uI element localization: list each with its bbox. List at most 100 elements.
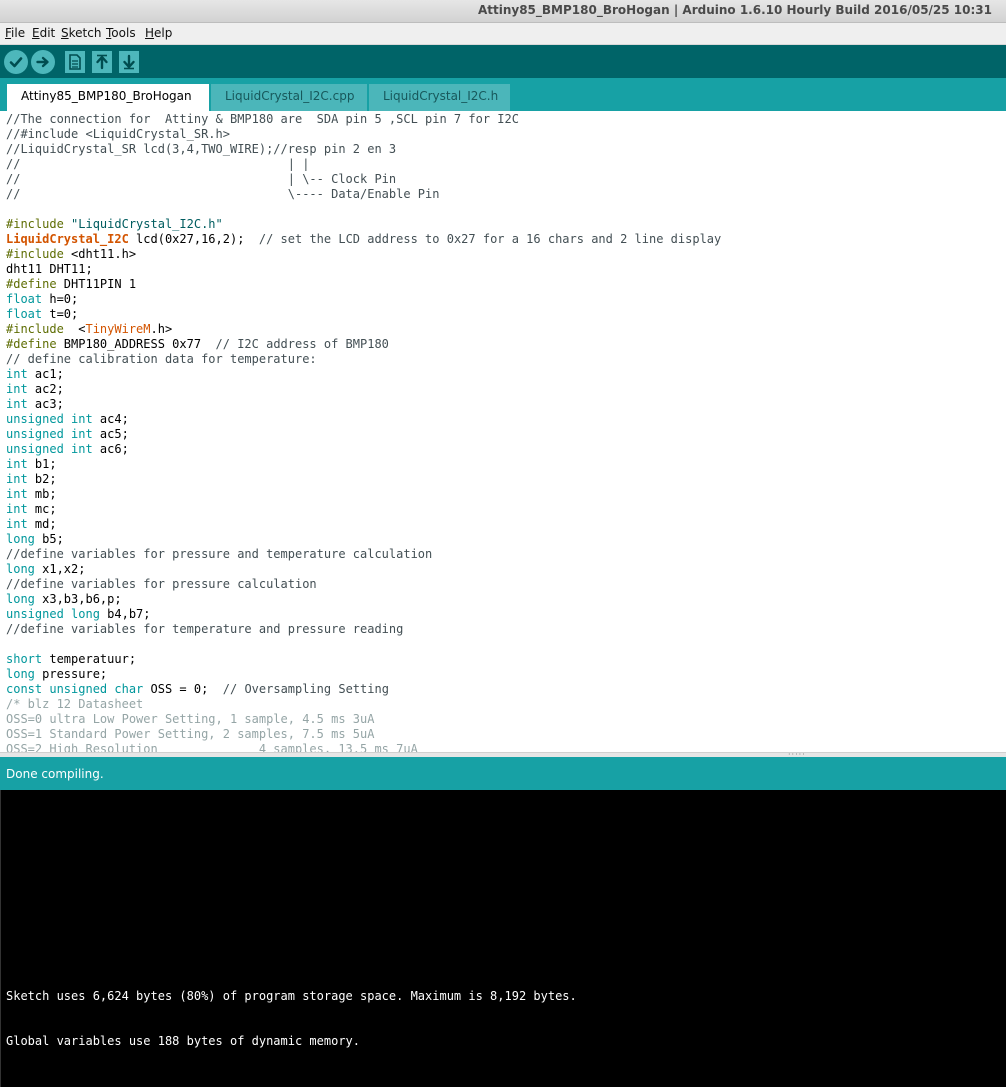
tab-attiny85-bmp180-brohogan[interactable]: Attiny85_BMP180_BroHogan	[7, 84, 209, 111]
console-line: Sketch uses 6,624 bytes (80%) of program…	[6, 989, 577, 1003]
code-line[interactable]: OSS=1 Standard Power Setting, 2 samples,…	[6, 727, 721, 742]
new-file-icon	[69, 54, 81, 70]
code-token: int	[6, 517, 28, 531]
code-line[interactable]: #define BMP180_ADDRESS 0x77 // I2C addre…	[6, 337, 721, 352]
code-line[interactable]: //LiquidCrystal_SR lcd(3,4,TWO_WIRE);//r…	[6, 142, 721, 157]
code-line[interactable]: float h=0;	[6, 292, 721, 307]
console-output[interactable]: Sketch uses 6,624 bytes (80%) of program…	[0, 790, 1006, 1087]
code-token: int	[6, 382, 28, 396]
code-line[interactable]: long x1,x2;	[6, 562, 721, 577]
code-token: t=0;	[42, 307, 79, 321]
code-line[interactable]: /* blz 12 Datasheet	[6, 697, 721, 712]
code-line[interactable]: unsigned long b4,b7;	[6, 607, 721, 622]
code-token: .h>	[150, 322, 173, 336]
code-text[interactable]: //The connection for Attiny & BMP180 are…	[6, 112, 721, 752]
code-line[interactable]: OSS=0 ultra Low Power Setting, 1 sample,…	[6, 712, 721, 727]
upload-button[interactable]	[31, 50, 55, 74]
menu-tools[interactable]: Tools	[106, 26, 136, 40]
code-token: "LiquidCrystal_I2C.h"	[71, 217, 223, 231]
code-token: float	[6, 307, 43, 321]
code-line[interactable]: short temperatuur;	[6, 652, 721, 667]
tab-bar: Attiny85_BMP180_BroHogan LiquidCrystal_I…	[0, 78, 1006, 111]
code-line[interactable]: unsigned int ac6;	[6, 442, 721, 457]
code-token: // Oversampling Setting	[222, 682, 389, 696]
code-line[interactable]: int ac3;	[6, 397, 721, 412]
code-token: int	[6, 397, 28, 411]
code-line[interactable]: #define DHT11PIN 1	[6, 277, 721, 292]
code-token: b2;	[27, 472, 57, 486]
code-token: ac6;	[92, 442, 129, 456]
code-line[interactable]: int mc;	[6, 502, 721, 517]
status-bar: Done compiling.	[0, 757, 1006, 790]
code-line[interactable]	[6, 637, 721, 652]
code-token: int	[6, 367, 28, 381]
code-line[interactable]: float t=0;	[6, 307, 721, 322]
code-token: ac5;	[92, 427, 129, 441]
code-token: BMP180_ADDRESS 0x77	[63, 337, 216, 351]
code-token: unsigned int	[6, 412, 93, 426]
code-line[interactable]: int ac1;	[6, 367, 721, 382]
code-token: unsigned int	[6, 427, 93, 441]
code-line[interactable]: unsigned int ac4;	[6, 412, 721, 427]
code-token: h=0;	[42, 292, 79, 306]
code-line[interactable]: int md;	[6, 517, 721, 532]
code-token: OSS=2 High Resolution 4 samples, 13.5 ms…	[6, 742, 418, 752]
verify-button[interactable]	[4, 50, 28, 74]
code-token: long	[6, 562, 35, 576]
code-token: int	[6, 457, 28, 471]
window-titlebar: Attiny85_BMP180_BroHogan | Arduino 1.6.1…	[0, 0, 1006, 23]
code-line[interactable]: long b5;	[6, 532, 721, 547]
code-line[interactable]: int b2;	[6, 472, 721, 487]
code-line[interactable]: int b1;	[6, 457, 721, 472]
arrow-right-icon	[36, 56, 49, 68]
code-line[interactable]: dht11 DHT11;	[6, 262, 721, 277]
code-line[interactable]	[6, 202, 721, 217]
code-editor[interactable]: //The connection for Attiny & BMP180 are…	[0, 111, 1006, 752]
code-token: long	[6, 532, 35, 546]
code-line[interactable]: const unsigned char OSS = 0; // Oversamp…	[6, 682, 721, 697]
code-token: mb;	[27, 487, 57, 501]
code-token: #include	[6, 322, 79, 336]
code-line[interactable]: int mb;	[6, 487, 721, 502]
menu-edit[interactable]: Edit	[32, 26, 55, 40]
code-line[interactable]: int ac2;	[6, 382, 721, 397]
new-button[interactable]	[65, 51, 85, 73]
code-line[interactable]: LiquidCrystal_I2C lcd(0x27,16,2); // set…	[6, 232, 721, 247]
tab-liquidcrystal-i2c-cpp[interactable]: LiquidCrystal_I2C.cpp	[211, 84, 367, 111]
code-line[interactable]: long pressure;	[6, 667, 721, 682]
code-token: // | \-- Clock Pin	[6, 172, 397, 186]
code-line[interactable]: // | \-- Clock Pin	[6, 172, 721, 187]
menu-sketch[interactable]: Sketch	[61, 26, 101, 40]
code-line[interactable]: // \---- Data/Enable Pin	[6, 187, 721, 202]
code-line[interactable]: #include <TinyWireM.h>	[6, 322, 721, 337]
code-token: OSS = 0;	[143, 682, 223, 696]
code-line[interactable]: long x3,b3,b6,p;	[6, 592, 721, 607]
code-line[interactable]: //The connection for Attiny & BMP180 are…	[6, 112, 721, 127]
code-line[interactable]: //define variables for pressure and temp…	[6, 547, 721, 562]
save-button[interactable]	[119, 51, 139, 73]
menu-help[interactable]: Help	[145, 26, 172, 40]
code-token: #define	[6, 277, 64, 291]
code-token: b4,b7;	[99, 607, 151, 621]
tab-liquidcrystal-i2c-h[interactable]: LiquidCrystal_I2C.h	[369, 84, 510, 111]
code-token: #define	[6, 337, 64, 351]
code-line[interactable]: // | |	[6, 157, 721, 172]
code-line[interactable]: //define variables for temperature and p…	[6, 622, 721, 637]
code-line[interactable]: // define calibration data for temperatu…	[6, 352, 721, 367]
code-token: unsigned long	[6, 607, 100, 621]
arrow-down-icon	[123, 54, 135, 70]
code-token: dht11 DHT11;	[6, 262, 93, 276]
code-token: <dht11.h>	[71, 247, 137, 261]
menu-file[interactable]: File	[5, 26, 25, 40]
code-line[interactable]: //define variables for pressure calculat…	[6, 577, 721, 592]
code-line[interactable]: //#include <LiquidCrystal_SR.h>	[6, 127, 721, 142]
code-line[interactable]: #include "LiquidCrystal_I2C.h"	[6, 217, 721, 232]
code-token: int	[6, 487, 28, 501]
code-token: x3,b3,b6,p;	[34, 592, 122, 606]
code-token: OSS=1 Standard Power Setting, 2 samples,…	[6, 727, 375, 741]
code-line[interactable]: OSS=2 High Resolution 4 samples, 13.5 ms…	[6, 742, 721, 752]
code-line[interactable]: unsigned int ac5;	[6, 427, 721, 442]
code-token: //The connection for Attiny & BMP180 are…	[6, 112, 519, 126]
open-button[interactable]	[92, 51, 112, 73]
code-line[interactable]: #include <dht11.h>	[6, 247, 721, 262]
